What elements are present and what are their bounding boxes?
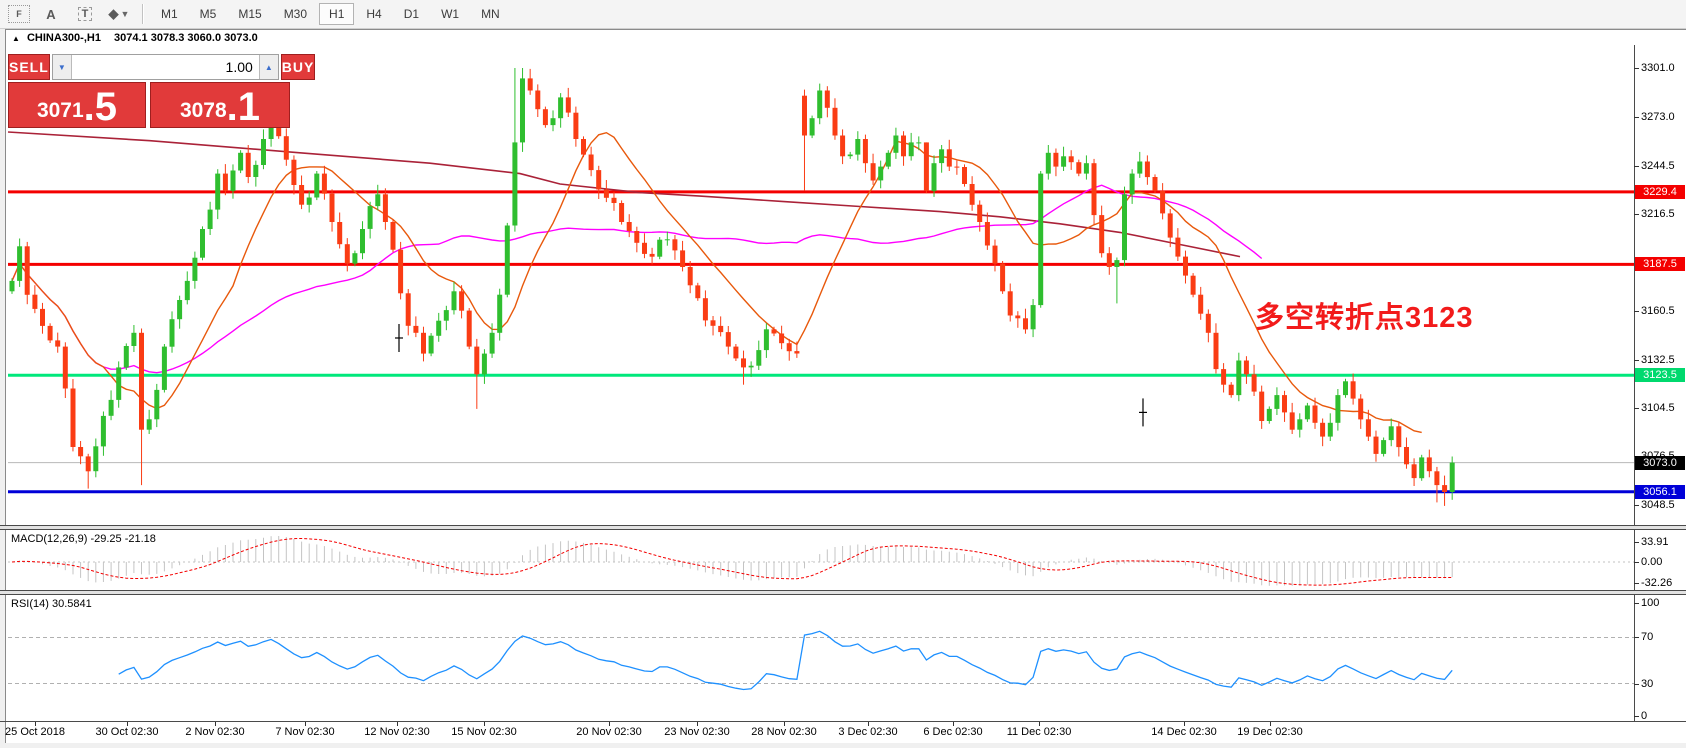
macd-pane[interactable] bbox=[0, 530, 1634, 590]
time-axis-label: 15 Nov 02:30 bbox=[451, 726, 516, 738]
rsi-axis-tick bbox=[1634, 684, 1639, 685]
price-tag: 3229.4 bbox=[1635, 185, 1685, 199]
price-axis-label: 3048.5 bbox=[1641, 499, 1675, 511]
timeframe-m15[interactable]: M15 bbox=[228, 3, 271, 25]
volume-decrease-icon[interactable]: ▼ bbox=[53, 55, 72, 79]
time-axis-label: 28 Nov 02:30 bbox=[751, 726, 816, 738]
time-axis-label: 3 Dec 02:30 bbox=[838, 726, 897, 738]
rsi-axis-label: 30 bbox=[1641, 678, 1653, 690]
label-a-icon[interactable]: A bbox=[38, 4, 64, 24]
price-axis-tick bbox=[1634, 214, 1639, 215]
price-axis-tick bbox=[1634, 68, 1639, 69]
price-axis-label: 3104.5 bbox=[1641, 402, 1675, 414]
macd-axis-label: 0.00 bbox=[1641, 556, 1662, 568]
rsi-label: RSI(14) 30.5841 bbox=[11, 598, 92, 610]
time-axis-label: 30 Oct 02:30 bbox=[96, 726, 159, 738]
pane-splitter[interactable] bbox=[0, 525, 1686, 530]
time-axis-label: 2 Nov 02:30 bbox=[185, 726, 244, 738]
volume-input[interactable] bbox=[72, 55, 259, 79]
collapse-triangle-icon[interactable]: ▲ bbox=[12, 34, 20, 43]
time-axis-label: 12 Nov 02:30 bbox=[364, 726, 429, 738]
macd-histogram bbox=[12, 536, 1452, 586]
ohlc-values: 3074.1 3078.3 3060.0 3073.0 bbox=[114, 32, 258, 44]
pane-splitter[interactable] bbox=[0, 590, 1686, 595]
volume-spinner: ▼ ▲ bbox=[52, 54, 279, 80]
text-tool-icon[interactable]: T bbox=[72, 4, 98, 24]
timeframe-w1[interactable]: W1 bbox=[431, 3, 469, 25]
rsi-axis-label: 70 bbox=[1641, 631, 1653, 643]
sell-button[interactable]: SELL bbox=[8, 54, 50, 80]
time-axis-label: 11 Dec 02:30 bbox=[1007, 726, 1072, 738]
timeframe-m30[interactable]: M30 bbox=[274, 3, 317, 25]
price-axis-tick bbox=[1634, 505, 1639, 506]
timeframe-h4[interactable]: H4 bbox=[356, 3, 391, 25]
time-axis-label: 25 Oct 2018 bbox=[5, 726, 65, 738]
symbol-label: CHINA300-,H1 bbox=[27, 32, 101, 44]
rsi-axis-tick bbox=[1634, 716, 1639, 717]
toolbar: FAT ◆▼ M1M5M15M30H1H4D1W1MN bbox=[0, 0, 1686, 29]
chart-title: ▲ CHINA300-,H1 3074.1 3078.3 3060.0 3073… bbox=[12, 32, 258, 44]
chevron-down-icon: ▼ bbox=[121, 9, 130, 19]
time-axis-label: 20 Nov 02:30 bbox=[576, 726, 641, 738]
timeframe-m5[interactable]: M5 bbox=[190, 3, 227, 25]
volume-increase-icon[interactable]: ▲ bbox=[259, 55, 278, 79]
price-tag: 3123.5 bbox=[1635, 368, 1685, 382]
sell-price-pip: .5 bbox=[84, 90, 117, 124]
rsi-line bbox=[119, 631, 1453, 689]
buy-price-pip: .1 bbox=[227, 90, 260, 124]
price-tag: 3187.5 bbox=[1635, 257, 1685, 271]
rsi-axis-label: 100 bbox=[1641, 597, 1659, 609]
macd-axis-label: -32.26 bbox=[1641, 577, 1672, 589]
time-axis-label: 14 Dec 02:30 bbox=[1151, 726, 1216, 738]
macd-axis-label: 33.91 bbox=[1641, 536, 1669, 548]
time-axis-label: 7 Nov 02:30 bbox=[275, 726, 334, 738]
toolbar-separator bbox=[142, 4, 144, 24]
timeframe-h1[interactable]: H1 bbox=[319, 3, 354, 25]
buy-price[interactable]: 3078 .1 bbox=[150, 82, 290, 128]
price-axis-label: 3216.5 bbox=[1641, 208, 1675, 220]
price-axis-label: 3273.0 bbox=[1641, 111, 1675, 123]
price-axis-tick bbox=[1634, 408, 1639, 409]
rsi-axis-tick bbox=[1634, 637, 1639, 638]
candlesticks bbox=[10, 68, 1455, 506]
time-axis-label: 19 Dec 02:30 bbox=[1237, 726, 1302, 738]
chart-grid-icon[interactable]: F bbox=[8, 5, 30, 23]
trade-panel: SELL ▼ ▲ BUY 3071 .5 3078 .1 bbox=[8, 54, 290, 128]
price-axis-line bbox=[1634, 45, 1635, 721]
macd-axis-tick bbox=[1634, 583, 1639, 584]
time-axis-label: 6 Dec 02:30 bbox=[923, 726, 982, 738]
price-tag: 3073.0 bbox=[1635, 456, 1685, 470]
annotation-text: 多空转折点3123 bbox=[1255, 294, 1474, 336]
macd-label: MACD(12,26,9) -29.25 -21.18 bbox=[11, 533, 156, 545]
price-axis-label: 3132.5 bbox=[1641, 354, 1675, 366]
rsi-pane[interactable] bbox=[0, 595, 1634, 721]
toolbar-icons: FAT ◆▼ bbox=[0, 4, 132, 24]
price-axis-tick bbox=[1634, 360, 1639, 361]
buy-button[interactable]: BUY bbox=[281, 54, 316, 80]
price-axis-label: 3301.0 bbox=[1641, 62, 1675, 74]
sell-price[interactable]: 3071 .5 bbox=[8, 82, 146, 128]
macd-axis-tick bbox=[1634, 562, 1639, 563]
timeframe-m1[interactable]: M1 bbox=[151, 3, 188, 25]
price-tag: 3056.1 bbox=[1635, 485, 1685, 499]
timeframe-mn[interactable]: MN bbox=[471, 3, 510, 25]
rsi-axis-tick bbox=[1634, 603, 1639, 604]
time-axis-label: 23 Nov 02:30 bbox=[664, 726, 729, 738]
shapes-icon[interactable]: ◆▼ bbox=[106, 4, 132, 24]
macd-axis-tick bbox=[1634, 542, 1639, 543]
toolbar-timeframes: M1M5M15M30H1H4D1W1MN bbox=[150, 3, 511, 25]
price-axis-tick bbox=[1634, 166, 1639, 167]
price-axis-label: 3160.5 bbox=[1641, 305, 1675, 317]
buy-price-main: 3078 bbox=[180, 98, 227, 124]
sell-price-main: 3071 bbox=[37, 98, 84, 124]
timeframe-d1[interactable]: D1 bbox=[394, 3, 429, 25]
price-axis-tick bbox=[1634, 117, 1639, 118]
price-axis-tick bbox=[1634, 311, 1639, 312]
price-axis-label: 3244.5 bbox=[1641, 160, 1675, 172]
time-axis-line bbox=[0, 721, 1686, 722]
